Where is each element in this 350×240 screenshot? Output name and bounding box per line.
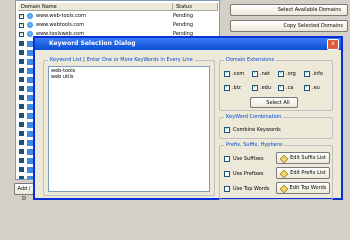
- checkbox-strip: [19, 41, 24, 179]
- row-checkbox[interactable]: ✓: [19, 22, 24, 28]
- ext-org-checkbox[interactable]: [278, 70, 284, 77]
- dialog-title-bar[interactable]: Keyword Selection Dialog: [35, 38, 341, 50]
- ext-eu-label: .eu: [312, 85, 320, 91]
- domain-extensions-group: Domain Extensions .com .net .org .info .…: [219, 57, 333, 111]
- edit-prefix-list-label: Edit Prefix List: [290, 170, 326, 176]
- combine-keywords-label: Combine Keywords: [233, 127, 281, 133]
- ext-eu-checkbox[interactable]: [304, 84, 310, 91]
- keyword-selection-dialog: Keyword Selection Dialog x Keyword List …: [33, 36, 343, 200]
- ext-biz-label: .biz: [232, 85, 241, 91]
- ext-info-checkbox[interactable]: [304, 70, 310, 77]
- keyword-list-textarea[interactable]: web-tools web utils: [48, 66, 210, 192]
- edit-top-words-label: Edit Top Words: [289, 185, 327, 191]
- select-available-domains-button[interactable]: Select Available Domains: [230, 4, 348, 16]
- copy-selected-domains-button[interactable]: Copy Selected Domains: [230, 20, 348, 32]
- select-all-button[interactable]: Select All: [250, 97, 298, 108]
- ext-edu-checkbox[interactable]: [252, 84, 258, 91]
- use-prefixes-label: Use Prefixes: [233, 171, 264, 177]
- ext-ca-checkbox[interactable]: [278, 84, 284, 91]
- edit-prefix-list-button[interactable]: Edit Prefix List: [276, 167, 330, 179]
- globe-icon: [27, 22, 33, 28]
- add-delete-button[interactable]: Add / D: [14, 183, 34, 202]
- keyword-list-group: Keyword List [ Enter One or More KeyWord…: [43, 57, 215, 196]
- column-header-domain[interactable]: Domain Name: [18, 3, 173, 11]
- domain-status: Pending: [173, 22, 193, 28]
- ext-edu-label: .edu: [260, 85, 272, 91]
- domain-extensions-legend: Domain Extensions: [224, 57, 277, 63]
- column-header-status[interactable]: Status: [173, 3, 218, 11]
- pencil-icon: [279, 154, 289, 164]
- edit-suffix-list-label: Edit Suffix List: [290, 155, 326, 161]
- side-panel: Select Available Domains Copy Selected D…: [220, 0, 350, 37]
- domain-status: Pending: [173, 13, 193, 19]
- ext-net-label: .net: [260, 71, 270, 77]
- keyword-list-legend: Keyword List [ Enter One or More KeyWord…: [48, 57, 195, 63]
- ext-ca-label: .ca: [286, 85, 294, 91]
- prefix-suffix-legend: Prefix, Suffix, Hyphens: [224, 142, 285, 148]
- row-checkbox[interactable]: ✓: [19, 13, 24, 19]
- edit-suffix-list-button[interactable]: Edit Suffix List: [276, 152, 330, 164]
- close-icon[interactable]: x: [327, 39, 339, 50]
- domain-name: www.webtools.com: [36, 22, 85, 28]
- ext-com-label: .com: [232, 71, 245, 77]
- keyword-combination-legend: KeyWord Combination: [224, 114, 284, 120]
- edit-top-words-button[interactable]: Edit Top Words: [276, 182, 330, 194]
- domain-name: www.web-tools.com: [36, 13, 86, 19]
- pencil-icon: [279, 169, 289, 179]
- pencil-icon: [279, 184, 289, 194]
- use-prefixes-checkbox[interactable]: [224, 171, 230, 177]
- ext-info-label: .info: [312, 71, 323, 77]
- combine-keywords-checkbox[interactable]: [224, 126, 230, 133]
- prefix-suffix-group: Prefix, Suffix, Hyphens Use Suffixes Edi…: [219, 142, 333, 200]
- ext-net-checkbox[interactable]: [252, 70, 258, 77]
- use-suffixes-checkbox[interactable]: [224, 156, 230, 162]
- row-checkbox-column: [19, 41, 33, 179]
- keyword-combination-group: KeyWord Combination Combine Keywords: [219, 114, 333, 139]
- row-checkbox[interactable]: ✓: [19, 31, 24, 37]
- ext-biz-checkbox[interactable]: [224, 84, 230, 91]
- table-row[interactable]: ✓ www.web-tools.com Pending: [16, 13, 221, 20]
- select-all-label: Select All: [266, 100, 290, 106]
- use-top-words-label: Use Top Words: [233, 186, 270, 192]
- use-top-words-checkbox[interactable]: [224, 186, 230, 192]
- table-row[interactable]: ✓ www.webtools.com Pending: [16, 22, 221, 29]
- dialog-title: Keyword Selection Dialog: [49, 40, 136, 47]
- globe-icon: [27, 13, 33, 19]
- ext-com-checkbox[interactable]: [224, 70, 230, 77]
- ext-org-label: .org: [286, 71, 296, 77]
- use-suffixes-label: Use Suffixes: [233, 156, 264, 162]
